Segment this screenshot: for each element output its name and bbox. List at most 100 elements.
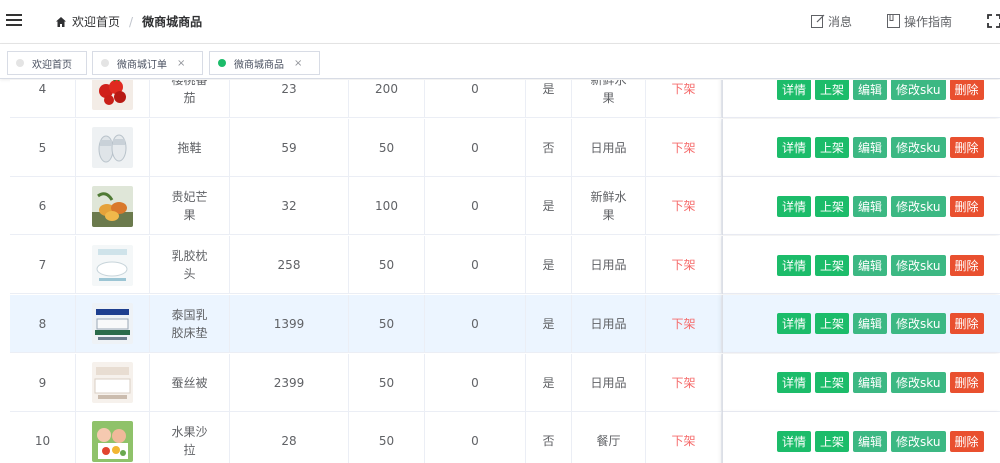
cell-status: 下架: [646, 177, 722, 236]
cell-price: 1399: [230, 294, 349, 353]
hamburger-menu-icon[interactable]: [6, 11, 24, 29]
shelf-on-button[interactable]: 上架: [815, 137, 850, 159]
edit-sku-button[interactable]: 修改sku: [891, 137, 946, 159]
delete-button[interactable]: 删除: [949, 80, 984, 100]
cell-index: 4: [10, 80, 76, 118]
edit-sku-button[interactable]: 修改sku: [891, 372, 946, 393]
breadcrumb-home[interactable]: 欢迎首页: [72, 13, 120, 30]
edit-sku-button[interactable]: 修改sku: [891, 80, 946, 100]
cell-thumbnail: [76, 177, 150, 236]
cell-name: 拖鞋: [150, 118, 230, 177]
cell-stock: 50: [349, 118, 425, 177]
cell-stock: 50: [349, 236, 425, 295]
product-thumbnail-mattress[interactable]: [92, 303, 133, 345]
delete-button[interactable]: 删除: [949, 372, 984, 393]
tag-label: 欢迎首页: [32, 59, 72, 71]
cell-status: 下架: [646, 353, 722, 412]
guide-button[interactable]: 操作指南: [886, 13, 952, 30]
cell-name: 蚕丝被: [150, 353, 230, 412]
cell-recommend: 是: [526, 80, 572, 118]
shelf-on-button[interactable]: 上架: [815, 313, 850, 335]
edit-sku-button[interactable]: 修改sku: [891, 254, 946, 276]
edit-button[interactable]: 编辑: [853, 430, 888, 452]
shelf-on-button[interactable]: 上架: [815, 254, 850, 276]
cell-actions: 详情 上架 编辑 修改sku 删除: [722, 353, 1000, 412]
guide-label: 操作指南: [903, 14, 952, 29]
product-thumbnail-pillow[interactable]: [92, 244, 133, 286]
cell-thumbnail: [76, 118, 150, 177]
edit-button[interactable]: 编辑: [853, 313, 888, 335]
product-thumbnail-salad[interactable]: [92, 420, 133, 462]
cell-thumbnail: [76, 412, 150, 463]
cell-index: 5: [10, 118, 76, 177]
delete-button[interactable]: 删除: [949, 195, 984, 217]
cell-actions: 详情 上架 编辑 修改sku 删除: [722, 412, 1000, 463]
cell-status: 下架: [646, 80, 722, 118]
cell-stock: 50: [349, 294, 425, 353]
close-icon[interactable]: ×: [294, 58, 302, 69]
cell-sales: 0: [425, 412, 526, 463]
cell-sales: 0: [425, 294, 526, 353]
delete-button[interactable]: 删除: [949, 254, 984, 276]
edit-button[interactable]: 编辑: [853, 195, 888, 217]
edit-button[interactable]: 编辑: [853, 372, 888, 393]
shelf-on-button[interactable]: 上架: [815, 195, 850, 217]
tag-dot: [16, 59, 24, 67]
edit-button[interactable]: 编辑: [853, 254, 888, 276]
tag-label: 微商城订单: [117, 59, 167, 71]
cell-category: 日用品: [572, 294, 646, 353]
edit-sku-button[interactable]: 修改sku: [891, 195, 946, 217]
detail-button[interactable]: 详情: [777, 137, 812, 159]
fullscreen-icon[interactable]: [986, 13, 1000, 29]
detail-button[interactable]: 详情: [777, 254, 812, 276]
tag-label: 微商城商品: [234, 59, 284, 71]
cell-recommend: 是: [526, 236, 572, 295]
detail-button[interactable]: 详情: [777, 195, 812, 217]
tag-dot: [101, 59, 109, 67]
close-icon[interactable]: ×: [177, 58, 185, 69]
edit-note-icon: [810, 14, 825, 28]
cell-actions: 详情 上架 编辑 修改sku 删除: [722, 80, 1000, 118]
edit-button[interactable]: 编辑: [853, 137, 888, 159]
edit-sku-button[interactable]: 修改sku: [891, 313, 946, 335]
table-row: 7 乳胶枕头 258 50 0 是 日用品 下架 详情 上架 编辑 修改sku …: [10, 236, 1000, 295]
detail-button[interactable]: 详情: [777, 80, 812, 100]
product-thumbnail-slippers[interactable]: [92, 127, 133, 169]
cell-sales: 0: [425, 236, 526, 295]
product-thumbnail-tomato[interactable]: [92, 80, 133, 110]
shelf-on-button[interactable]: 上架: [815, 372, 850, 393]
delete-button[interactable]: 删除: [949, 313, 984, 335]
cell-price: 2399: [230, 353, 349, 412]
cell-actions: 详情 上架 编辑 修改sku 删除: [722, 118, 1000, 177]
cell-stock: 50: [349, 412, 425, 463]
tag-orders[interactable]: 微商城订单 ×: [92, 51, 203, 75]
cell-status: 下架: [646, 236, 722, 295]
table-row: 9 蚕丝被 2399 50 0 是 日用品 下架 详情 上架 编辑 修改sku …: [10, 353, 1000, 412]
cell-category: 新鲜水果: [572, 80, 646, 118]
detail-button[interactable]: 详情: [777, 313, 812, 335]
breadcrumb-current: 微商城商品: [142, 15, 203, 29]
top-navbar: 欢迎首页 / 微商城商品 消息 操作指南: [0, 0, 1000, 44]
detail-button[interactable]: 详情: [777, 372, 812, 393]
tag-products[interactable]: 微商城商品 ×: [209, 51, 320, 75]
edit-button[interactable]: 编辑: [853, 80, 888, 100]
delete-button[interactable]: 删除: [949, 430, 984, 452]
shelf-on-button[interactable]: 上架: [815, 80, 850, 100]
home-icon: [56, 16, 66, 27]
detail-button[interactable]: 详情: [777, 430, 812, 452]
messages-button[interactable]: 消息: [810, 13, 852, 30]
cell-name: 泰国乳胶床垫: [150, 294, 230, 353]
cell-thumbnail: [76, 80, 150, 118]
edit-sku-button[interactable]: 修改sku: [891, 430, 946, 452]
tag-welcome[interactable]: 欢迎首页: [7, 51, 87, 75]
product-thumbnail-mango[interactable]: [92, 185, 133, 227]
cell-index: 10: [10, 412, 76, 463]
product-thumbnail-quilt[interactable]: [92, 362, 133, 403]
cell-category: 餐厅: [572, 412, 646, 463]
shelf-on-button[interactable]: 上架: [815, 430, 850, 452]
cell-actions: 详情 上架 编辑 修改sku 删除: [722, 177, 1000, 236]
cell-actions: 详情 上架 编辑 修改sku 删除: [722, 294, 1000, 353]
delete-button[interactable]: 删除: [949, 137, 984, 159]
cell-price: 32: [230, 177, 349, 236]
table-row: 4 樱桃番茄 23 200 0 是 新鲜水果 下架 详情 上架 编辑 修改sku…: [10, 80, 1000, 118]
